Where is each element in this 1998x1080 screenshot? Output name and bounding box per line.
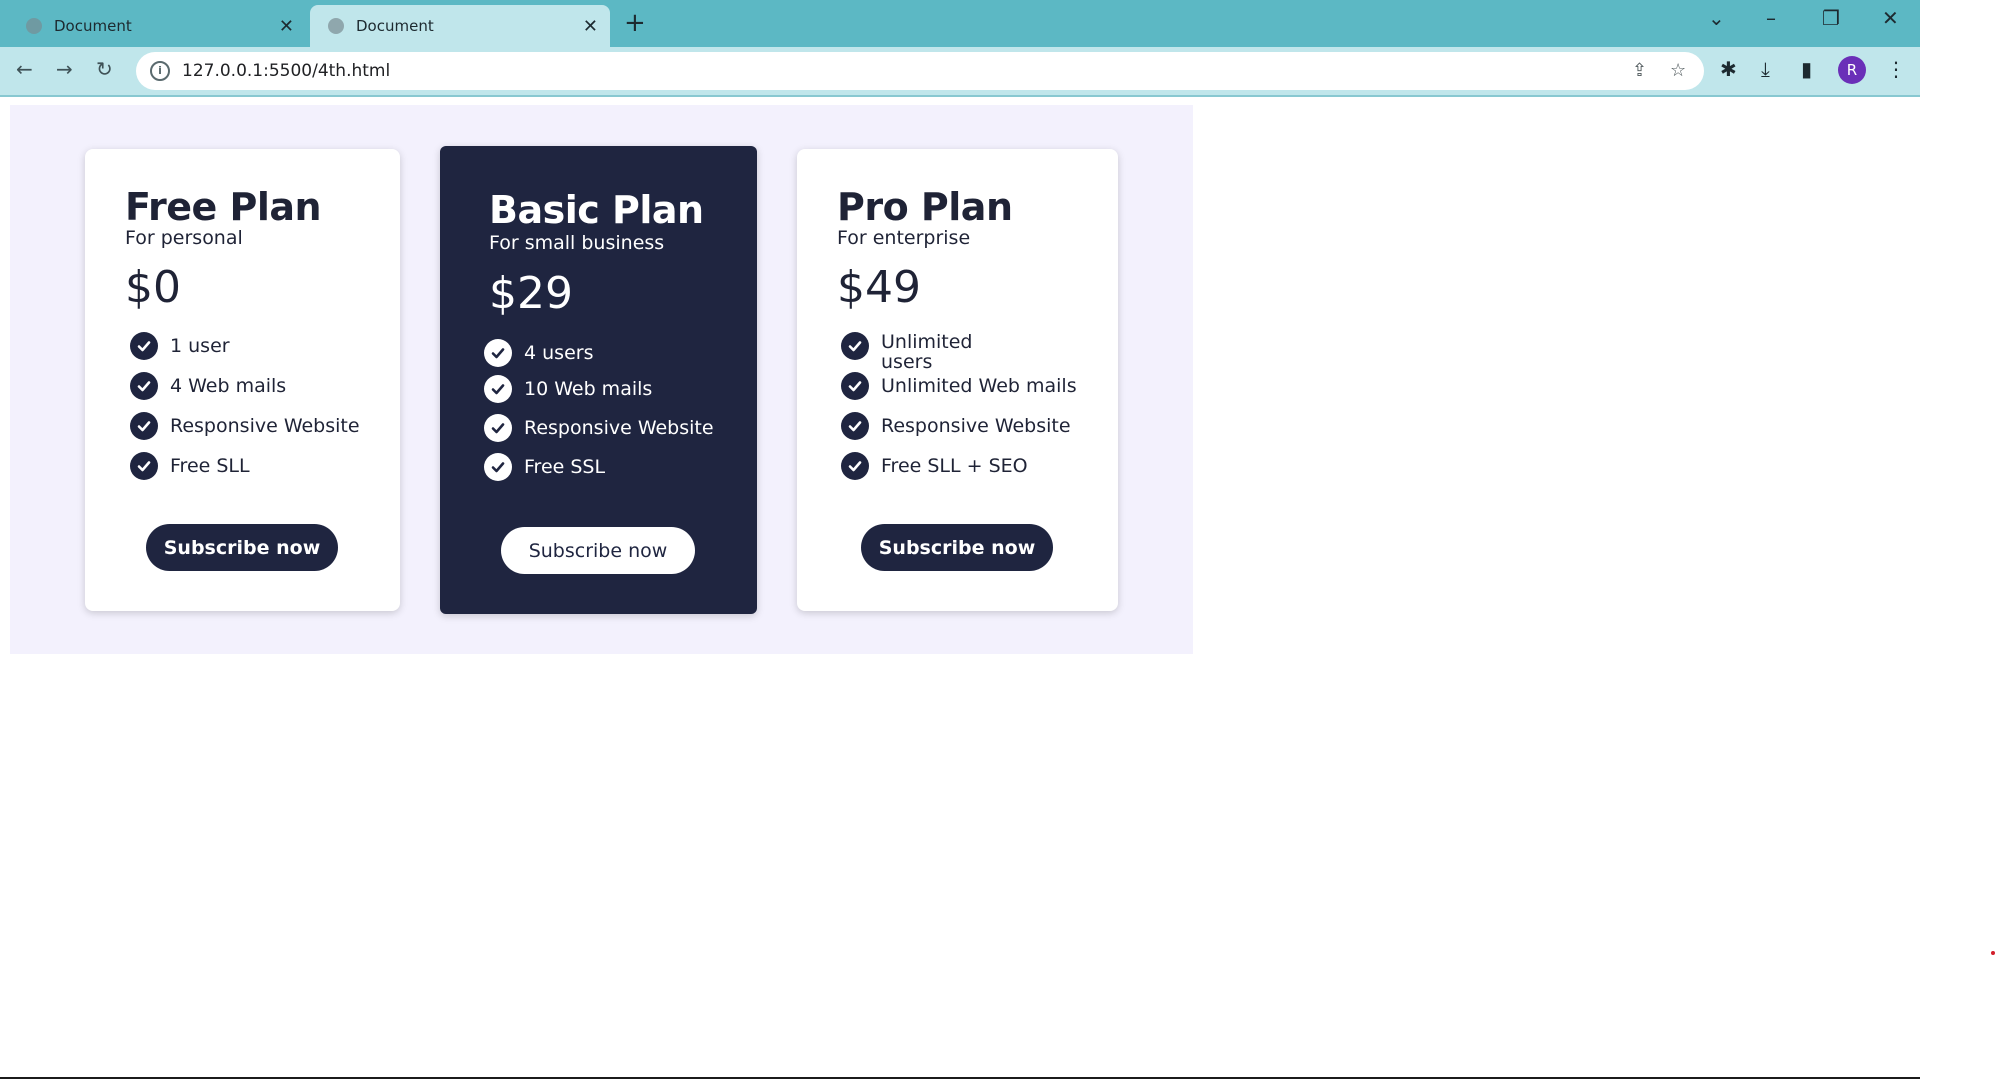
menu-icon[interactable]: ⋮ <box>1886 57 1906 81</box>
site-info-icon[interactable]: i <box>150 61 170 81</box>
plan-card-basic: Basic Plan For small business $29 4 user… <box>440 146 757 614</box>
feature-item: Responsive Website <box>841 412 1071 440</box>
address-bar[interactable]: i 127.0.0.1:5500/4th.html ⇪ ☆ <box>136 52 1704 90</box>
feature-item: Free SSL <box>484 453 605 481</box>
plan-title: Basic Plan <box>489 188 704 232</box>
plan-title: Free Plan <box>125 185 322 229</box>
plan-price: $49 <box>837 262 921 313</box>
plan-card-free: Free Plan For personal $0 1 user 4 Web m… <box>85 149 400 611</box>
check-circle-icon <box>130 372 158 400</box>
feature-item: Free SLL <box>130 452 250 480</box>
tab-strip: Document ✕ Document ✕ + ⌄ – ❐ ✕ <box>0 0 1920 47</box>
check-circle-icon <box>484 414 512 442</box>
feature-label: Responsive Website <box>170 415 360 437</box>
feature-label: Free SLL <box>170 455 250 477</box>
check-circle-icon <box>841 372 869 400</box>
plan-price: $0 <box>125 262 181 313</box>
feature-label: Unlimited Web mails <box>881 375 1077 397</box>
tab-document-2[interactable]: Document ✕ <box>310 5 610 47</box>
plan-price: $29 <box>489 268 573 319</box>
feature-label: Free SLL + SEO <box>881 455 1028 477</box>
screen-bottom-border <box>0 1077 1920 1079</box>
feature-item: 10 Web mails <box>484 375 652 403</box>
plan-card-pro: Pro Plan For enterprise $49 Unlimited us… <box>797 149 1118 611</box>
check-circle-icon <box>841 332 869 360</box>
subscribe-button[interactable]: Subscribe now <box>501 527 695 574</box>
new-tab-icon[interactable]: + <box>624 8 646 38</box>
check-circle-icon <box>841 452 869 480</box>
pricing-section: Free Plan For personal $0 1 user 4 Web m… <box>10 105 1193 654</box>
feature-label: Responsive Website <box>524 417 714 439</box>
back-icon[interactable]: ← <box>16 57 33 81</box>
plan-title: Pro Plan <box>837 185 1013 229</box>
check-circle-icon <box>130 452 158 480</box>
close-window-icon[interactable]: ✕ <box>1882 6 1899 30</box>
feature-label: 1 user <box>170 335 230 357</box>
feature-item: Responsive Website <box>130 412 360 440</box>
check-circle-icon <box>841 412 869 440</box>
subscribe-button[interactable]: Subscribe now <box>861 524 1053 571</box>
forward-icon[interactable]: → <box>56 57 73 81</box>
screen-margin <box>1920 0 1998 1080</box>
check-circle-icon <box>130 412 158 440</box>
url-text: 127.0.0.1:5500/4th.html <box>182 61 391 81</box>
profile-avatar[interactable]: R <box>1838 56 1866 84</box>
feature-item: Free SLL + SEO <box>841 452 1028 480</box>
extensions-icon[interactable]: ✱ <box>1720 57 1737 81</box>
feature-label: Unlimited users <box>881 331 973 373</box>
side-panel-icon[interactable]: ▮ <box>1801 57 1812 81</box>
feature-label: 10 Web mails <box>524 378 653 400</box>
feature-item: 1 user <box>130 332 230 360</box>
feature-item: Unlimited Web mails <box>841 372 1077 400</box>
plan-subtitle: For personal <box>125 227 243 249</box>
reload-icon[interactable]: ↻ <box>96 57 113 81</box>
tab-title: Document <box>54 17 132 35</box>
feature-label: Responsive Website <box>881 415 1071 437</box>
check-circle-icon <box>484 339 512 367</box>
restore-icon[interactable]: ❐ <box>1822 6 1840 30</box>
feature-label: 4 Web mails <box>170 375 287 397</box>
feature-item: 4 users <box>484 339 593 367</box>
feature-label: 4 users <box>524 342 594 364</box>
cursor-dot <box>1991 951 1995 955</box>
globe-icon <box>328 18 344 34</box>
plan-subtitle: For enterprise <box>837 227 971 249</box>
check-circle-icon <box>484 453 512 481</box>
browser-toolbar: ← → ↻ i 127.0.0.1:5500/4th.html ⇪ ☆ ✱ ⤓ … <box>0 47 1920 97</box>
feature-item: Unlimited users <box>841 332 981 372</box>
check-circle-icon <box>130 332 158 360</box>
tab-document-1[interactable]: Document ✕ <box>8 5 306 47</box>
tab-title: Document <box>356 17 434 35</box>
close-tab-icon[interactable]: ✕ <box>279 16 294 37</box>
plan-subtitle: For small business <box>489 232 665 254</box>
globe-icon <box>26 18 42 34</box>
close-tab-icon[interactable]: ✕ <box>583 16 598 37</box>
tab-search-icon[interactable]: ⌄ <box>1708 6 1725 30</box>
feature-item: Responsive Website <box>484 414 714 442</box>
download-icon[interactable]: ⤓ <box>1761 57 1770 81</box>
feature-label: Free SSL <box>524 456 606 478</box>
check-circle-icon <box>484 375 512 403</box>
feature-item: 4 Web mails <box>130 372 286 400</box>
minimize-icon[interactable]: – <box>1766 6 1776 30</box>
bookmark-star-icon[interactable]: ☆ <box>1670 60 1686 81</box>
share-icon[interactable]: ⇪ <box>1632 60 1647 81</box>
subscribe-button[interactable]: Subscribe now <box>146 524 338 571</box>
